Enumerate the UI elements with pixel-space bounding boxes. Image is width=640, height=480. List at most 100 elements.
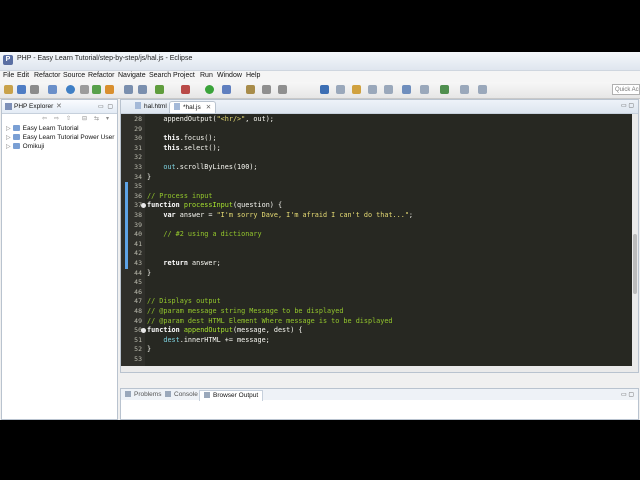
- open-task-icon[interactable]: [262, 85, 271, 94]
- code-line[interactable]: // Process input: [147, 192, 212, 200]
- php-explorer-tab[interactable]: PHP Explorer ✕ ▭ ▢: [2, 100, 117, 114]
- menu-help[interactable]: Help: [246, 72, 260, 79]
- annotation-icon[interactable]: [352, 85, 361, 94]
- code-line[interactable]: var answer = "I'm sorry Dave, I'm afraid…: [147, 211, 413, 219]
- new-php-class-icon[interactable]: [138, 85, 147, 94]
- tab-console[interactable]: Console: [165, 390, 198, 400]
- scrollbar-thumb[interactable]: [633, 234, 637, 294]
- next-annotation-icon[interactable]: [278, 85, 287, 94]
- open-type-icon[interactable]: [48, 85, 57, 94]
- code-line[interactable]: // Displays output: [147, 297, 221, 305]
- code-line[interactable]: }: [147, 173, 151, 181]
- code-line[interactable]: out.scrollByLines(100);: [147, 163, 257, 171]
- print-icon[interactable]: [30, 85, 39, 94]
- quick-access-input[interactable]: Quick Access: [612, 84, 640, 95]
- line-number: 29: [134, 124, 142, 133]
- expand-arrow-icon[interactable]: ▷: [6, 126, 11, 132]
- menu-project[interactable]: Project: [173, 72, 195, 79]
- horizontal-scrollbar[interactable]: [121, 366, 632, 372]
- collapse-all-icon[interactable]: ⊟: [82, 115, 87, 122]
- code-line[interactable]: dest.innerHTML += message;: [147, 336, 269, 344]
- line-number: 47: [134, 297, 142, 306]
- code-line[interactable]: function processInput(question) {: [147, 201, 282, 209]
- toggle-highlight-icon[interactable]: [320, 85, 329, 94]
- dropdown-arrow-icon[interactable]: [80, 85, 89, 94]
- back-icon[interactable]: [368, 85, 377, 94]
- code-line[interactable]: // #2 using a dictionary: [147, 230, 261, 238]
- close-icon[interactable]: ✕: [206, 104, 211, 111]
- minimize-maximize-icon[interactable]: ▭ ▢: [621, 102, 634, 109]
- bottom-tab-bar: Problems Console Browser Output ▭ ▢: [121, 389, 638, 401]
- code-line[interactable]: }: [147, 345, 151, 353]
- code-line[interactable]: return answer;: [147, 259, 220, 267]
- globe-icon[interactable]: [66, 85, 75, 94]
- line-number: 45: [134, 278, 142, 287]
- navigate-back-icon[interactable]: [460, 85, 469, 94]
- new-php-project-icon[interactable]: [124, 85, 133, 94]
- menu-refactor-2[interactable]: Refactor: [88, 72, 114, 79]
- view-menu-icon[interactable]: ▾: [106, 115, 109, 122]
- tab-hal-js[interactable]: *hal.js ✕: [169, 101, 217, 113]
- line-number: 43: [134, 259, 142, 267]
- tab-browser-output[interactable]: Browser Output: [199, 390, 264, 401]
- navigate-next-icon[interactable]: [420, 85, 429, 94]
- menu-run[interactable]: Run: [200, 72, 213, 79]
- code-line[interactable]: }: [147, 269, 151, 277]
- forward-icon[interactable]: [384, 85, 393, 94]
- pin-editor-icon[interactable]: [440, 85, 449, 94]
- fold-toggle-icon[interactable]: [141, 203, 146, 209]
- fold-toggle-icon[interactable]: [141, 328, 146, 334]
- up-arrow-icon[interactable]: ⇧: [66, 115, 71, 122]
- minimize-maximize-icon[interactable]: ▭ ▢: [98, 103, 114, 110]
- menu-bar: File Edit Refactor Source Refactor Navig…: [0, 71, 640, 82]
- project-label: Easy Learn Tutorial: [22, 125, 79, 132]
- window-title: PHP - Easy Learn Tutorial/step-by-step/j…: [17, 55, 193, 62]
- menu-source[interactable]: Source: [63, 72, 85, 79]
- line-number: 32: [134, 153, 142, 162]
- editor-panel: hal.html *hal.js ✕ ▭ ▢ 28 29 30 31 32 33 34 35 36…: [120, 99, 639, 373]
- new-file-icon[interactable]: [4, 85, 13, 94]
- project-item[interactable]: ▷ Omikuji: [6, 143, 44, 150]
- debug-icon[interactable]: [92, 85, 101, 94]
- menu-edit[interactable]: Edit: [17, 72, 29, 79]
- menu-navigate[interactable]: Navigate: [118, 72, 146, 79]
- tab-problems[interactable]: Problems: [125, 390, 161, 400]
- debug-run-icon[interactable]: [155, 85, 164, 94]
- forward-arrow-icon[interactable]: ⇨: [54, 115, 59, 122]
- back-arrow-icon[interactable]: ⇦: [42, 115, 47, 122]
- browser-icon: [204, 392, 210, 398]
- link-editor-icon[interactable]: ⇆: [94, 115, 99, 122]
- run-last-icon[interactable]: [222, 85, 231, 94]
- last-edit-icon[interactable]: [402, 85, 411, 94]
- minimize-maximize-icon[interactable]: ▭ ▢: [621, 391, 634, 398]
- external-tools-icon[interactable]: [105, 85, 114, 94]
- show-whitespace-icon[interactable]: [336, 85, 345, 94]
- code-line[interactable]: this.select();: [147, 144, 220, 152]
- vertical-scrollbar[interactable]: [632, 114, 638, 372]
- project-item[interactable]: ▷ Easy Learn Tutorial: [6, 125, 79, 132]
- line-number: 44: [134, 268, 142, 277]
- code-line[interactable]: // @param dest HTML Element Where messag…: [147, 317, 393, 325]
- project-item[interactable]: ▷ Easy Learn Tutorial Power User: [6, 134, 114, 141]
- code-line[interactable]: function appendOutput(message, dest) {: [147, 326, 303, 334]
- console-icon: [165, 391, 171, 397]
- line-number: 46: [134, 287, 142, 296]
- menu-refactor[interactable]: Refactor: [34, 72, 60, 79]
- save-icon[interactable]: [17, 85, 26, 94]
- menu-file[interactable]: File: [3, 72, 14, 79]
- navigate-forward-icon[interactable]: [478, 85, 487, 94]
- expand-arrow-icon[interactable]: ▷: [6, 135, 11, 141]
- stop-icon[interactable]: [181, 85, 190, 94]
- code-editor[interactable]: 28 29 30 31 32 33 34 35 36 37 38 39 40 41 42 43 44 45 46 47…: [121, 114, 638, 372]
- close-icon[interactable]: ✕: [56, 102, 62, 110]
- search-icon[interactable]: [246, 85, 255, 94]
- code-line[interactable]: appendOutput("<hr/>", out);: [147, 115, 274, 123]
- expand-arrow-icon[interactable]: ▷: [6, 144, 11, 150]
- code-line[interactable]: // @param message string Message to be d…: [147, 307, 343, 315]
- code-line[interactable]: this.focus();: [147, 134, 216, 142]
- tab-hal-html[interactable]: hal.html: [131, 101, 171, 112]
- menu-window[interactable]: Window: [217, 72, 242, 79]
- line-number: 34: [134, 172, 142, 181]
- menu-search[interactable]: Search: [149, 72, 171, 79]
- run-icon[interactable]: [205, 85, 214, 94]
